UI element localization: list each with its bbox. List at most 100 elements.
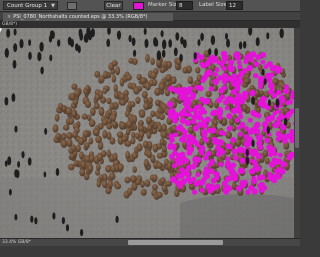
chick xyxy=(129,101,136,108)
count-marker xyxy=(186,149,193,156)
chick xyxy=(115,66,120,76)
chick xyxy=(109,102,115,111)
count-marker xyxy=(254,128,261,135)
chick xyxy=(113,91,119,99)
chick xyxy=(146,149,152,159)
count-marker xyxy=(230,107,238,115)
chick xyxy=(94,70,101,78)
count-marker xyxy=(208,86,214,92)
count-marker xyxy=(237,109,243,115)
count-marker xyxy=(181,108,187,113)
count-marker xyxy=(273,169,279,174)
count-marker xyxy=(238,167,246,175)
count-marker xyxy=(253,73,259,79)
chick xyxy=(84,142,90,149)
count-marker xyxy=(237,78,244,84)
chick xyxy=(156,191,163,199)
chick xyxy=(131,131,136,139)
chick xyxy=(132,166,137,173)
count-marker xyxy=(218,130,224,136)
chick xyxy=(111,74,117,83)
marker-size-input[interactable]: 8 xyxy=(176,1,193,10)
horizontal-scroll-thumb[interactable] xyxy=(128,240,223,245)
chick xyxy=(124,176,131,184)
vertical-scroll-thumb[interactable] xyxy=(295,108,299,148)
chick xyxy=(152,143,159,153)
count-marker xyxy=(213,72,218,77)
count-marker xyxy=(240,157,246,163)
chick xyxy=(71,110,77,118)
clear-button[interactable]: Clear xyxy=(104,1,123,10)
count-marker xyxy=(187,112,193,118)
count-marker xyxy=(198,115,204,121)
chick xyxy=(156,162,163,169)
count-marker xyxy=(184,89,191,96)
chick xyxy=(54,113,60,122)
chick xyxy=(62,124,70,131)
count-marker xyxy=(208,168,215,175)
chick xyxy=(243,78,250,85)
chick xyxy=(52,124,59,133)
count-marker xyxy=(200,78,206,84)
chick xyxy=(241,103,248,113)
count-marker xyxy=(169,143,175,149)
horizontal-scrollbar[interactable]: 33.4% GB/8* xyxy=(0,238,300,246)
count-group-dropdown[interactable]: Count Group 1 ▼ xyxy=(3,1,58,10)
count-marker xyxy=(279,133,286,140)
visibility-toggle[interactable] xyxy=(67,2,77,10)
chick xyxy=(142,140,149,149)
count-marker xyxy=(209,54,216,61)
chick xyxy=(163,60,168,68)
count-marker xyxy=(247,52,254,59)
chick xyxy=(119,99,127,106)
chick xyxy=(140,188,147,196)
count-marker xyxy=(242,90,249,97)
count-marker xyxy=(268,152,273,158)
chick xyxy=(133,86,140,95)
chick xyxy=(80,160,86,169)
count-marker xyxy=(244,140,250,146)
chick xyxy=(143,102,150,111)
count-marker xyxy=(201,130,208,137)
count-marker xyxy=(269,146,276,153)
chick xyxy=(102,180,108,189)
count-marker xyxy=(197,85,204,92)
count-marker xyxy=(245,189,251,195)
count-marker xyxy=(272,121,280,129)
count-marker xyxy=(271,157,278,163)
vertical-scrollbar[interactable] xyxy=(294,28,300,238)
count-marker xyxy=(228,65,235,73)
count-marker xyxy=(267,82,275,89)
count-marker xyxy=(196,121,203,128)
chick xyxy=(138,125,145,132)
count-marker xyxy=(198,147,205,154)
chick xyxy=(132,114,137,124)
count-marker xyxy=(230,137,237,143)
close-icon[interactable]: × xyxy=(7,14,11,20)
label-size-input[interactable]: 12 xyxy=(226,1,243,10)
document-tab[interactable]: × PSI_0780_Northshalts counted.eps @ 33.3… xyxy=(3,13,173,21)
marker-color-swatch[interactable] xyxy=(133,2,144,10)
chick xyxy=(89,154,95,163)
count-marker xyxy=(225,186,231,192)
chick xyxy=(157,124,163,133)
count-marker xyxy=(238,131,244,137)
chick xyxy=(127,187,133,196)
count-marker xyxy=(257,134,264,141)
chick xyxy=(161,184,168,192)
image-canvas[interactable] xyxy=(0,28,294,238)
chick xyxy=(113,84,118,93)
chick xyxy=(152,78,158,87)
count-marker xyxy=(284,133,291,140)
count-marker xyxy=(233,176,238,182)
count-marker xyxy=(172,163,178,169)
chick xyxy=(125,150,130,160)
count-marker xyxy=(253,61,260,67)
count-marker xyxy=(232,155,239,161)
count-marker xyxy=(271,177,278,184)
count-marker xyxy=(210,127,217,134)
count-marker xyxy=(225,96,231,102)
chick xyxy=(136,143,143,152)
count-marker xyxy=(225,143,231,149)
count-marker xyxy=(258,187,265,194)
